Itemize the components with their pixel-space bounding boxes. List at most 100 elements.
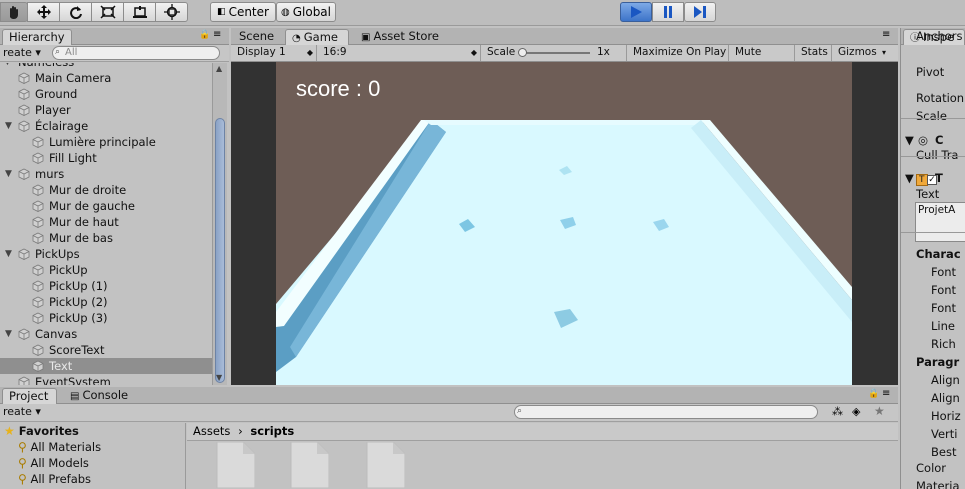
scale-slider[interactable] [518,48,590,57]
maximize-on-play-toggle[interactable]: Maximize On Play [627,45,729,61]
display-dropdown[interactable]: Display 1 ◆ [231,45,317,61]
hierarchy-tabbar: Hierarchy 🔒 ≡ [0,28,229,45]
tab-project[interactable]: Project [2,388,57,404]
scroll-up-icon[interactable]: ▲ [216,64,222,73]
filter-by-label-icon[interactable]: ◈ [852,405,860,418]
tab-game[interactable]: ◔ Game [285,29,349,45]
hierarchy-item[interactable]: ▼ PickUps [0,246,212,262]
hierarchy-item[interactable]: EventSystem [0,374,212,385]
scroll-down-icon[interactable]: ▼ [216,373,222,382]
tab-hierarchy[interactable]: Hierarchy [2,29,72,45]
favorite-item[interactable]: ⚲ All Materials [18,439,101,455]
hierarchy-item[interactable]: Fill Light [0,150,212,166]
hierarchy-item[interactable]: ▼ murs [0,166,212,182]
play-button[interactable] [620,2,652,22]
breadcrumb-current[interactable]: scripts [250,424,294,438]
hierarchy-list[interactable]: ▼ NamelessMain Camera Ground Player ▼ Éclaira… [0,63,212,385]
mute-audio-toggle[interactable]: Mute Audio [729,45,795,73]
panel-menu-icon[interactable]: ≡ [213,29,221,40]
maximize-label: Maximize On Play [633,46,727,58]
tab-console[interactable]: ▤ Console [64,388,134,404]
hierarchy-item[interactable]: Lumière principale [0,134,212,150]
fold-arrow-icon[interactable]: ▼ [5,166,15,182]
aspect-dropdown[interactable]: 16:9 ◆ [317,45,481,61]
scale-slider-thumb[interactable] [518,48,527,57]
canvas-renderer-icon[interactable]: ◎ [918,132,928,148]
hierarchy-item-label: Lumière principale [49,135,156,149]
hierarchy-scroll-thumb[interactable] [215,118,225,383]
gizmos-dropdown[interactable]: Gizmos ▾ [832,45,898,61]
panel-menu-icon[interactable]: ≡ [882,388,890,399]
gameobject-icon [32,136,44,148]
hierarchy-item[interactable]: Mur de droite [0,182,212,198]
hierarchy-scrollbar[interactable]: ▲ ▼ [212,63,227,385]
text-content-field[interactable]: ProjetA [915,202,965,242]
inspector-field-label: Color [916,461,947,475]
project-create-dropdown[interactable]: reate ▾ [3,405,41,418]
script-file-icon[interactable] [289,442,329,488]
project-assets-view[interactable]: Assets › scripts [187,423,898,489]
dropdown-arrow-icon: ◆ [470,48,477,57]
hierarchy-item[interactable]: PickUp (2) [0,294,212,310]
panel-menu-icon[interactable]: ≡ [882,29,890,40]
fold-arrow-icon[interactable]: ▼ [5,326,15,342]
scene-root[interactable]: ▼ Nameless [0,63,212,70]
step-button[interactable] [684,2,716,22]
hierarchy-item[interactable]: PickUp [0,262,212,278]
fold-arrow-icon[interactable]: ▼ [5,246,15,262]
breadcrumb-root[interactable]: Assets [193,424,230,438]
script-file-icon[interactable] [365,442,405,488]
favorites-label: Favorites [18,424,79,438]
hierarchy-item[interactable]: Mur de bas [0,230,212,246]
hierarchy-item[interactable]: ▼ Éclairage [0,118,212,134]
hierarchy-item[interactable]: Text [0,358,212,374]
inspector-field-label: Cull Tra [916,148,959,162]
hierarchy-item-label: Ground [35,87,78,101]
hierarchy-item[interactable]: Ground [0,86,212,102]
lock-icon[interactable]: 🔒 [199,30,210,40]
script-file-icon[interactable] [215,442,255,488]
move-tool-icon[interactable] [27,2,60,22]
hierarchy-item[interactable]: ScoreText [0,342,212,358]
rotate-tool-icon[interactable] [59,2,92,22]
create-dropdown[interactable]: reate ▾ [3,46,41,59]
scale-tool-icon[interactable] [91,2,124,22]
transform-tool-icon[interactable] [155,2,188,22]
pause-button[interactable] [652,2,684,22]
stats-toggle[interactable]: Stats [795,45,832,61]
gameobject-icon [32,344,44,356]
pivot-center-button[interactable]: ◧ Center [210,2,276,22]
hierarchy-item[interactable]: ▼ Canvas [0,326,212,342]
lock-icon[interactable]: 🔒 [868,389,879,399]
hierarchy-search-input[interactable]: ⌕ All [52,46,220,60]
tab-scene[interactable]: Scene [233,29,280,45]
hierarchy-item[interactable]: PickUp (1) [0,278,212,294]
fold-arrow-icon[interactable]: ▼ [905,170,914,186]
hierarchy-item[interactable]: Main Camera [0,70,212,86]
enabled-checkbox-icon[interactable]: ✓ [927,170,937,186]
fold-arrow-icon[interactable]: ▼ [5,118,15,134]
project-folder-tree[interactable]: ★ Favorites ⚲ All Materials ⚲ All Models… [0,423,186,489]
hierarchy-item[interactable]: Player [0,102,212,118]
hierarchy-item[interactable]: Mur de gauche [0,198,212,214]
filter-by-type-icon[interactable]: ⁂ [832,405,843,418]
hand-tool-icon[interactable] [0,2,28,22]
game-render[interactable]: score : 0 [276,62,852,385]
hierarchy-item[interactable]: PickUp (3) [0,310,212,326]
fold-arrow-icon[interactable]: ▼ [4,63,14,70]
text-component-icon[interactable]: T [916,170,928,186]
fold-arrow-icon[interactable]: ▼ [905,132,914,148]
project-search-input[interactable]: ⌕ [514,405,818,419]
console-tab-label: Console [82,388,129,402]
pivot-global-button[interactable]: ◍ Global [276,2,336,22]
inspector-field-label: Align [931,373,960,387]
favorites-header[interactable]: ★ Favorites [4,423,79,439]
game-viewport[interactable]: score : 0 [231,62,898,385]
rect-tool-icon[interactable] [123,2,156,22]
hierarchy-item[interactable]: Mur de haut [0,214,212,230]
favorite-item[interactable]: ⚲ All Prefabs [18,471,91,487]
favorite-star-icon[interactable]: ★ [874,404,885,418]
tab-asset-store[interactable]: ▣ Asset Store [355,29,445,45]
hierarchy-item-label: EventSystem [35,375,111,385]
favorite-item[interactable]: ⚲ All Models [18,455,89,471]
